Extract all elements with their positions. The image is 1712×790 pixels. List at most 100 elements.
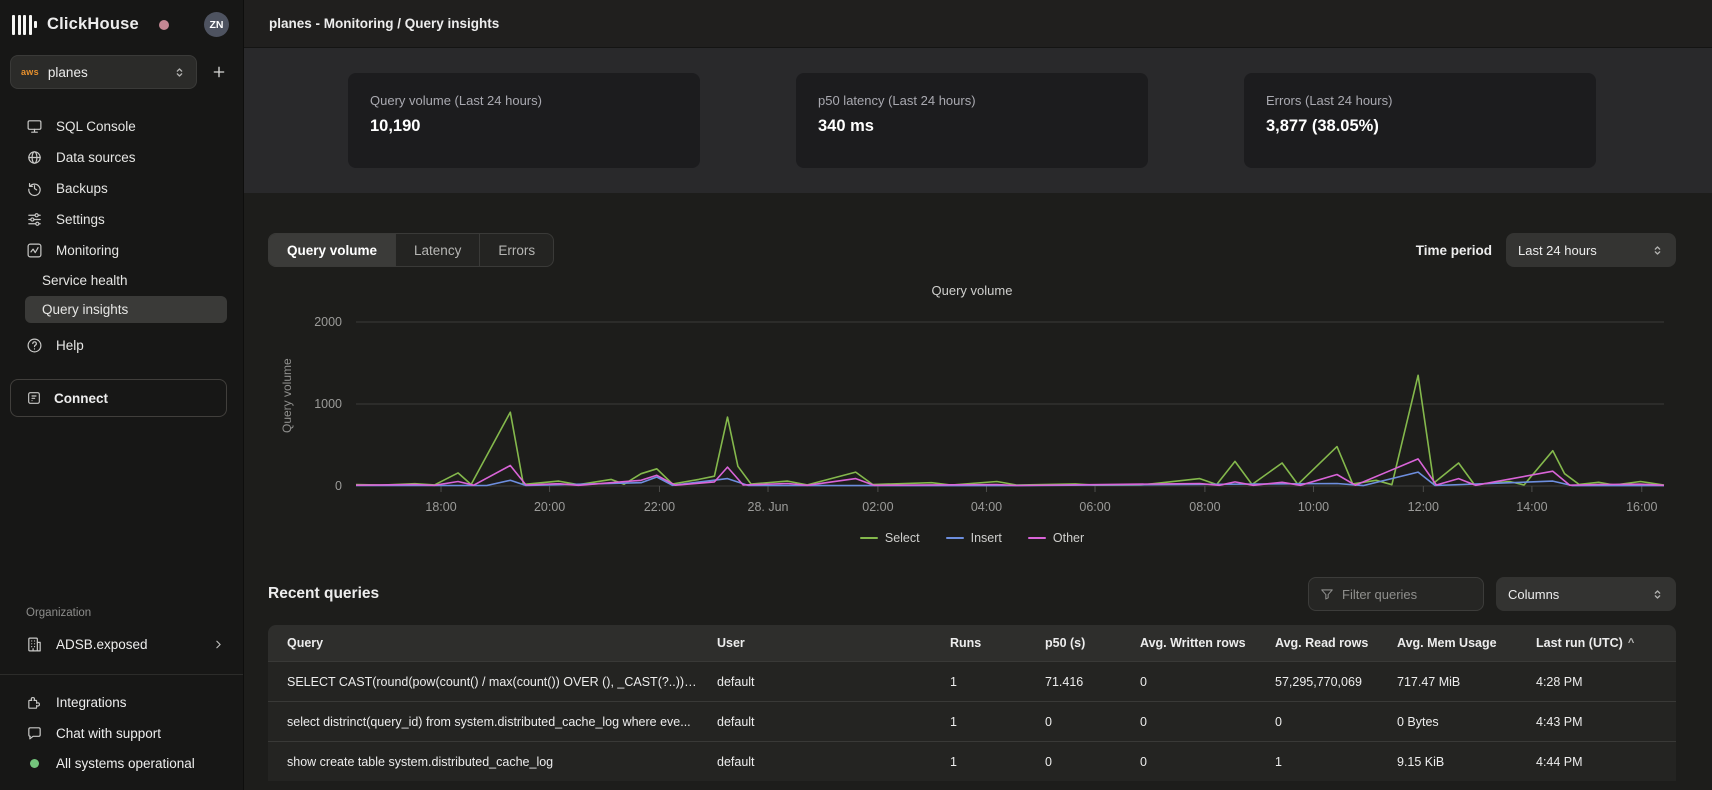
- column-header-user[interactable]: User: [717, 636, 950, 650]
- time-period-select[interactable]: Last 24 hours: [1506, 233, 1676, 267]
- notification-dot: [159, 20, 169, 30]
- connect-button[interactable]: Connect: [10, 379, 227, 417]
- recent-queries-title: Recent queries: [268, 585, 379, 603]
- svg-text:2000: 2000: [314, 315, 342, 329]
- settings-sliders-icon: [26, 211, 43, 228]
- table-row[interactable]: select distrinct(query_id) from system.d…: [268, 701, 1676, 741]
- stat-value: 3,877 (38.05%): [1266, 117, 1574, 136]
- sidebar-item-chat-support[interactable]: Chat with support: [0, 718, 243, 749]
- main-area: planes - Monitoring / Query insights Que…: [244, 0, 1712, 790]
- filter-queries-box[interactable]: [1308, 577, 1484, 611]
- legend-item-select[interactable]: Select: [860, 531, 920, 545]
- sidebar-subitem-label: Query insights: [42, 302, 128, 317]
- column-header-label: Last run (UTC): [1536, 636, 1623, 650]
- cell-read-rows: 0: [1275, 715, 1397, 729]
- table-row[interactable]: SELECT CAST(round(pow(count() / max(coun…: [268, 661, 1676, 701]
- cell-user: default: [717, 675, 950, 689]
- cell-written-rows: 0: [1140, 715, 1275, 729]
- stat-label: p50 latency (Last 24 hours): [818, 93, 1126, 108]
- system-status-item[interactable]: All systems operational: [0, 749, 243, 778]
- tab-latency[interactable]: Latency: [395, 234, 479, 266]
- legend-label: Other: [1053, 531, 1084, 545]
- top-header: planes - Monitoring / Query insights: [244, 0, 1712, 48]
- column-header-p50[interactable]: p50 (s): [1045, 636, 1140, 650]
- avatar[interactable]: ZN: [204, 12, 229, 37]
- connect-icon: [26, 390, 42, 406]
- chart-plot-area: 01000200018:0020:0022:0028. Jun02:0004:0…: [268, 304, 1676, 523]
- stat-value: 340 ms: [818, 117, 1126, 136]
- chart-legend: Select Insert Other: [268, 531, 1676, 545]
- table-row[interactable]: show create table system.distributed_cac…: [268, 741, 1676, 781]
- organization-item[interactable]: ADSB.exposed: [0, 629, 243, 660]
- legend-item-other[interactable]: Other: [1028, 531, 1084, 545]
- chevron-updown-icon: [173, 66, 186, 79]
- svg-text:22:00: 22:00: [644, 500, 675, 514]
- content: Query volume Latency Errors Time period …: [244, 193, 1712, 790]
- filter-queries-input[interactable]: [1342, 587, 1452, 602]
- cell-query: select distrinct(query_id) from system.d…: [287, 715, 717, 729]
- chevron-updown-icon: [1651, 244, 1664, 257]
- stat-card-errors: Errors (Last 24 hours) 3,877 (38.05%): [1244, 73, 1596, 168]
- legend-swatch-icon: [860, 537, 878, 539]
- aws-icon: aws: [21, 67, 39, 77]
- sidebar-item-label: Data sources: [56, 150, 136, 165]
- tab-query-volume[interactable]: Query volume: [269, 234, 395, 266]
- sidebar-item-settings[interactable]: Settings: [0, 204, 243, 235]
- organization-building-icon: [26, 636, 43, 653]
- column-header-query[interactable]: Query: [287, 636, 717, 650]
- svg-text:08:00: 08:00: [1189, 500, 1220, 514]
- columns-select-label: Columns: [1508, 587, 1651, 602]
- sidebar-item-backups[interactable]: Backups: [0, 173, 243, 204]
- sidebar-bottom: Organization ADSB.exposed Integrations C…: [0, 607, 243, 790]
- cell-read-rows: 57,295,770,069: [1275, 675, 1397, 689]
- sql-console-icon: [26, 118, 43, 135]
- svg-text:10:00: 10:00: [1298, 500, 1329, 514]
- stat-value: 10,190: [370, 117, 678, 136]
- tab-errors[interactable]: Errors: [479, 234, 553, 266]
- columns-select[interactable]: Columns: [1496, 577, 1676, 611]
- cell-runs: 1: [950, 755, 1045, 769]
- integrations-puzzle-icon: [26, 694, 43, 711]
- svg-text:1000: 1000: [314, 397, 342, 411]
- cell-p50: 71.416: [1045, 675, 1140, 689]
- cell-query: show create table system.distributed_cac…: [287, 755, 717, 769]
- clickhouse-logo-icon: [12, 15, 37, 35]
- sidebar-item-sql-console[interactable]: SQL Console: [0, 111, 243, 142]
- column-header-mem-usage[interactable]: Avg. Mem Usage: [1397, 636, 1536, 650]
- column-header-last-run[interactable]: Last run (UTC) ^: [1536, 636, 1657, 650]
- svg-text:14:00: 14:00: [1516, 500, 1547, 514]
- time-period-value: Last 24 hours: [1518, 243, 1651, 258]
- column-header-read-rows[interactable]: Avg. Read rows: [1275, 636, 1397, 650]
- sidebar-item-label: Backups: [56, 181, 108, 196]
- cell-written-rows: 0: [1140, 755, 1275, 769]
- sidebar-item-query-insights[interactable]: Query insights: [25, 296, 227, 323]
- sidebar-item-monitoring[interactable]: Monitoring: [0, 235, 243, 266]
- service-selector-row: aws planes: [10, 55, 233, 89]
- organization-label: Organization: [0, 607, 243, 629]
- help-icon: [26, 337, 43, 354]
- svg-text:12:00: 12:00: [1408, 500, 1439, 514]
- breadcrumb-title: planes - Monitoring / Query insights: [269, 16, 499, 31]
- legend-label: Insert: [971, 531, 1002, 545]
- recent-queries-controls: Columns: [1308, 577, 1676, 611]
- cell-runs: 1: [950, 715, 1045, 729]
- app-root: ClickHouse ZN aws planes SQL Console Dat…: [0, 0, 1712, 790]
- chat-bubble-icon: [26, 725, 43, 742]
- legend-label: Select: [885, 531, 920, 545]
- query-volume-chart-svg: 01000200018:0020:0022:0028. Jun02:0004:0…: [268, 304, 1676, 518]
- sidebar-item-integrations[interactable]: Integrations: [0, 687, 243, 718]
- add-service-button[interactable]: [205, 58, 233, 86]
- cell-runs: 1: [950, 675, 1045, 689]
- sidebar-item-service-health[interactable]: Service health: [25, 267, 227, 294]
- service-selector[interactable]: aws planes: [10, 55, 197, 89]
- sidebar-item-data-sources[interactable]: Data sources: [0, 142, 243, 173]
- cell-written-rows: 0: [1140, 675, 1275, 689]
- sidebar-item-help[interactable]: Help: [0, 330, 243, 361]
- column-header-runs[interactable]: Runs: [950, 636, 1045, 650]
- svg-text:18:00: 18:00: [425, 500, 456, 514]
- sidebar-nav: SQL Console Data sources Backups Setting…: [0, 111, 243, 361]
- legend-item-insert[interactable]: Insert: [946, 531, 1002, 545]
- column-header-written-rows[interactable]: Avg. Written rows: [1140, 636, 1275, 650]
- chevron-updown-icon: [1651, 588, 1664, 601]
- logo-text[interactable]: ClickHouse: [47, 15, 139, 34]
